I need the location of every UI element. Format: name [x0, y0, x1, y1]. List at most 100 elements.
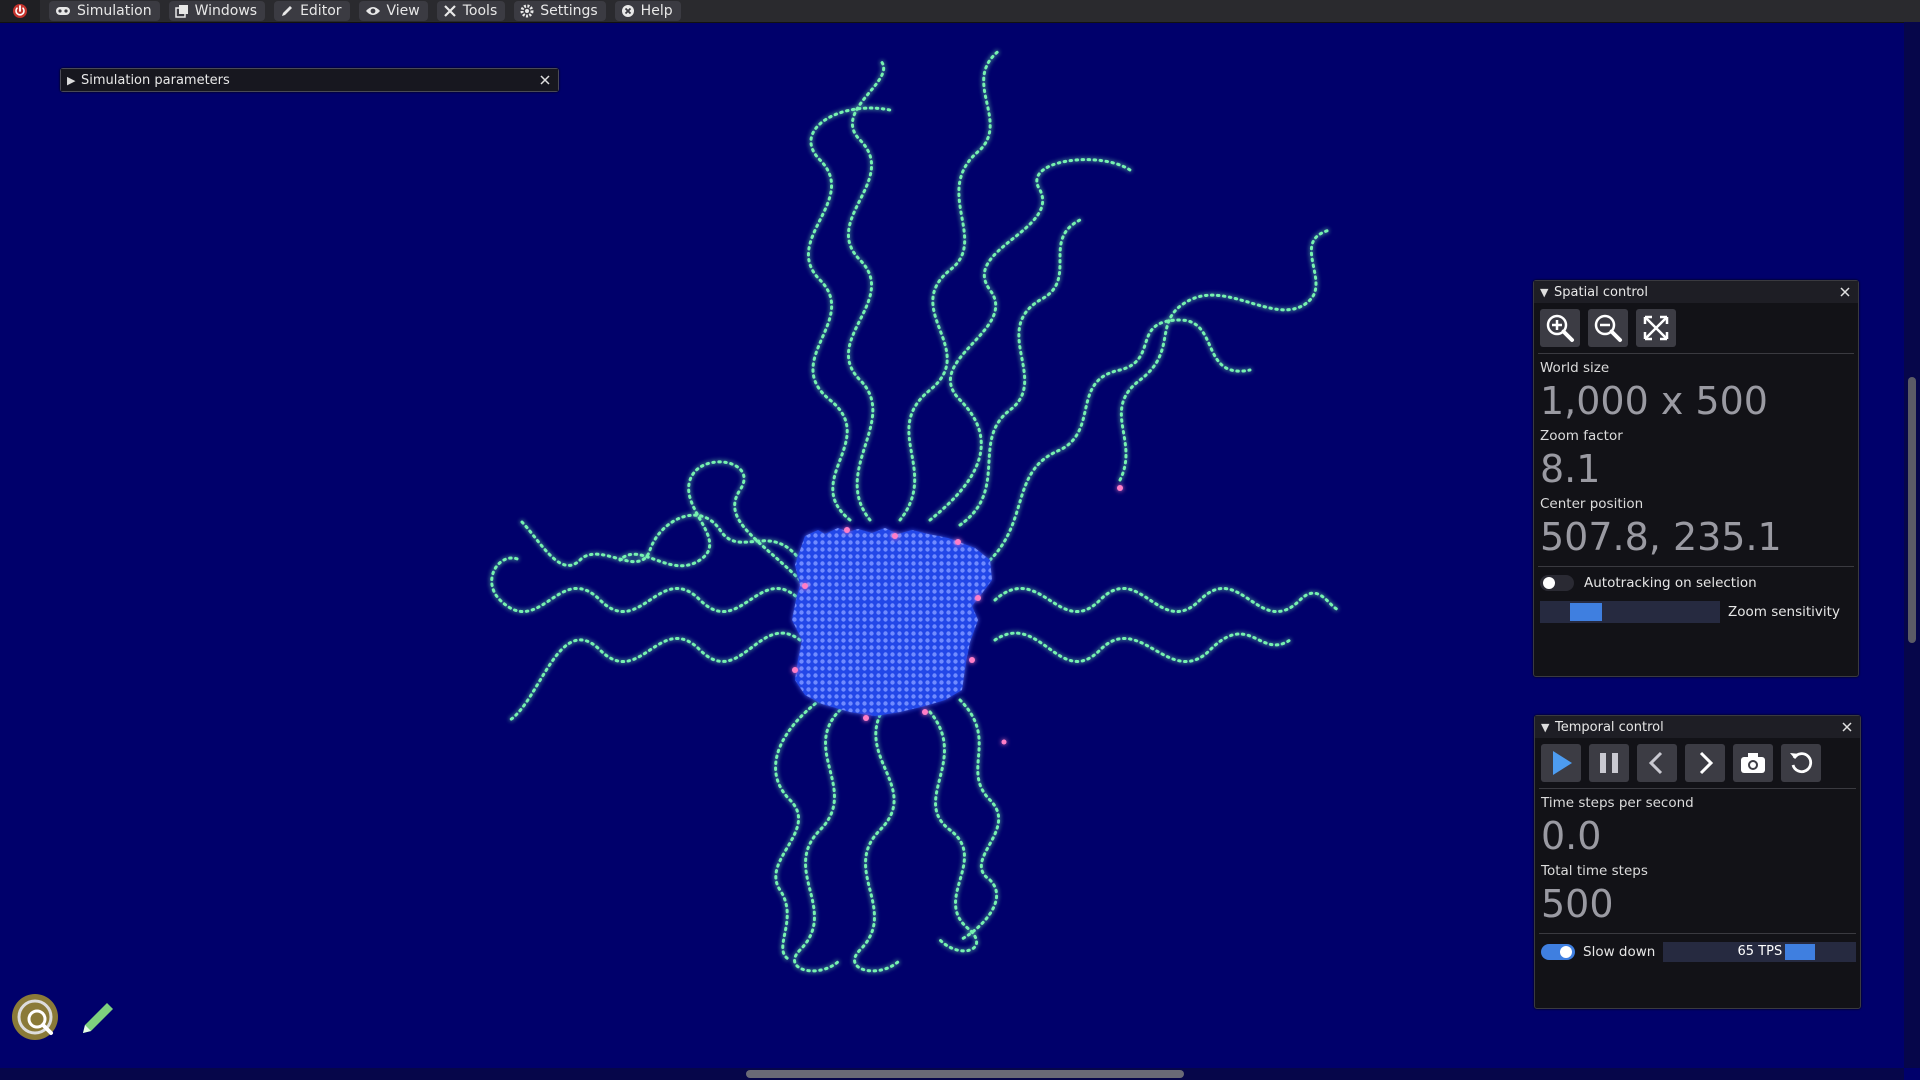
center-position-value: 507.8, 235.1 [1540, 515, 1782, 559]
temporal-control-header[interactable]: ▼ Temporal control [1535, 716, 1860, 738]
step-backward-button[interactable] [1637, 744, 1677, 782]
particle-strand [988, 318, 1252, 562]
pause-icon [1600, 753, 1618, 773]
windows-icon [174, 5, 188, 18]
particle-strand [853, 713, 902, 973]
power-button[interactable] [0, 0, 40, 22]
particle-strand [1118, 228, 1332, 482]
play-icon [1553, 751, 1572, 775]
total-time-steps-value: 500 [1541, 882, 1614, 926]
power-icon [13, 4, 27, 18]
slowdown-label: Slow down [1583, 944, 1656, 960]
menu-simulation-label: Simulation [77, 3, 152, 19]
toggle-knob [1560, 946, 1572, 958]
expand-arrow-icon[interactable]: ▶ [67, 74, 81, 87]
menu-windows-label: Windows [194, 3, 258, 19]
particle-strand [846, 58, 886, 522]
slowdown-value: 65 TPS [1737, 944, 1783, 959]
divider [1538, 566, 1854, 567]
particle-strand [490, 556, 802, 614]
menu-editor-label: Editor [300, 3, 342, 19]
particle-strand [898, 48, 1002, 522]
menu-view-label: View [386, 3, 420, 19]
scrollbar-thumb[interactable] [746, 1070, 1184, 1078]
menu-windows[interactable]: Windows [168, 1, 266, 21]
camera-icon [1741, 753, 1765, 773]
particle-strand [958, 218, 1082, 527]
world-size-value: 1,000 x 500 [1540, 379, 1768, 423]
menu-settings-label: Settings [540, 3, 598, 19]
zoom-sensitivity-label: Zoom sensitivity [1728, 604, 1840, 620]
zoom-in-icon [1546, 314, 1574, 342]
divider [1539, 788, 1856, 789]
particle-strand [928, 710, 978, 953]
horizontal-scrollbar[interactable] [0, 1068, 1904, 1080]
zoom-factor-label: Zoom factor [1540, 428, 1623, 444]
tps-label: Time steps per second [1541, 795, 1694, 811]
simulation-parameters-window: ▶ Simulation parameters [60, 68, 559, 92]
restore-button[interactable] [1781, 744, 1821, 782]
close-icon[interactable] [538, 73, 552, 87]
step-forward-button[interactable] [1685, 744, 1725, 782]
particle-strand [958, 698, 1001, 942]
zoom-sensitivity-slider[interactable] [1540, 601, 1720, 623]
chevron-left-icon [1648, 751, 1663, 775]
spatial-control-header[interactable]: ▼ Spatial control [1534, 281, 1858, 303]
divider [1539, 933, 1856, 934]
menu-help-label: Help [640, 3, 673, 19]
collapse-arrow-icon[interactable]: ▼ [1541, 721, 1555, 734]
tps-value: 0.0 [1541, 814, 1602, 858]
divider [1538, 353, 1854, 354]
vertical-scrollbar[interactable] [1904, 22, 1920, 1068]
zoom-out-button[interactable] [1588, 309, 1628, 347]
autotracking-toggle[interactable] [1540, 575, 1574, 591]
menu-view[interactable]: View [358, 1, 428, 21]
slowdown-toggle[interactable] [1541, 944, 1575, 960]
spatial-control-title: Spatial control [1554, 284, 1648, 300]
pause-button[interactable] [1589, 744, 1629, 782]
menu-help[interactable]: Help [614, 1, 681, 21]
collapse-arrow-icon[interactable]: ▼ [1540, 286, 1554, 299]
spatial-control-window: ▼ Spatial control World size 1,000 x 500… [1533, 280, 1859, 677]
close-icon[interactable] [1838, 285, 1852, 299]
slider-grab[interactable] [1570, 603, 1602, 621]
undo-icon [1790, 752, 1813, 774]
particle-grid-cluster [792, 528, 992, 716]
magnifier-icon [17, 999, 53, 1035]
temporal-control-title: Temporal control [1555, 719, 1664, 735]
particle-strand [518, 513, 802, 567]
menu-bar: Simulation Windows Editor View Tools Set… [0, 0, 1920, 23]
snapshot-button[interactable] [1733, 744, 1773, 782]
help-icon [621, 5, 634, 17]
simulation-parameters-title: Simulation parameters [81, 72, 230, 88]
toggle-knob [1543, 577, 1555, 589]
autotracking-row: Autotracking on selection [1540, 575, 1858, 591]
zoom-factor-value: 8.1 [1540, 447, 1601, 491]
particle-strand [774, 698, 822, 962]
zoom-in-button[interactable] [1540, 309, 1580, 347]
close-icon[interactable] [1840, 720, 1854, 734]
inspect-tool-button[interactable] [12, 994, 58, 1040]
total-time-steps-label: Total time steps [1541, 863, 1648, 879]
editor-tool-button[interactable] [78, 996, 120, 1038]
pencil-icon [83, 1003, 113, 1033]
menu-simulation[interactable]: Simulation [49, 1, 160, 21]
zoom-sensitivity-row: Zoom sensitivity [1540, 601, 1858, 623]
temporal-control-window: ▼ Temporal control Time steps per second… [1534, 715, 1861, 1009]
menu-editor[interactable]: Editor [274, 1, 350, 21]
particle-strand [806, 106, 892, 522]
gamepad-icon [56, 7, 70, 15]
menu-settings[interactable]: Settings [514, 1, 606, 21]
expand-icon [1643, 315, 1669, 341]
tools-icon [443, 5, 456, 17]
simulation-parameters-header[interactable]: ▶ Simulation parameters [61, 69, 558, 91]
gear-icon [520, 4, 534, 18]
center-position-label: Center position [1540, 496, 1644, 512]
scrollbar-thumb[interactable] [1908, 377, 1916, 643]
particle-strand [993, 631, 1292, 664]
slowdown-slider[interactable]: 65 TPS [1663, 942, 1857, 962]
pencil-icon [282, 6, 293, 16]
fit-view-button[interactable] [1636, 309, 1676, 347]
run-button[interactable] [1541, 744, 1581, 782]
menu-tools[interactable]: Tools [436, 1, 506, 21]
